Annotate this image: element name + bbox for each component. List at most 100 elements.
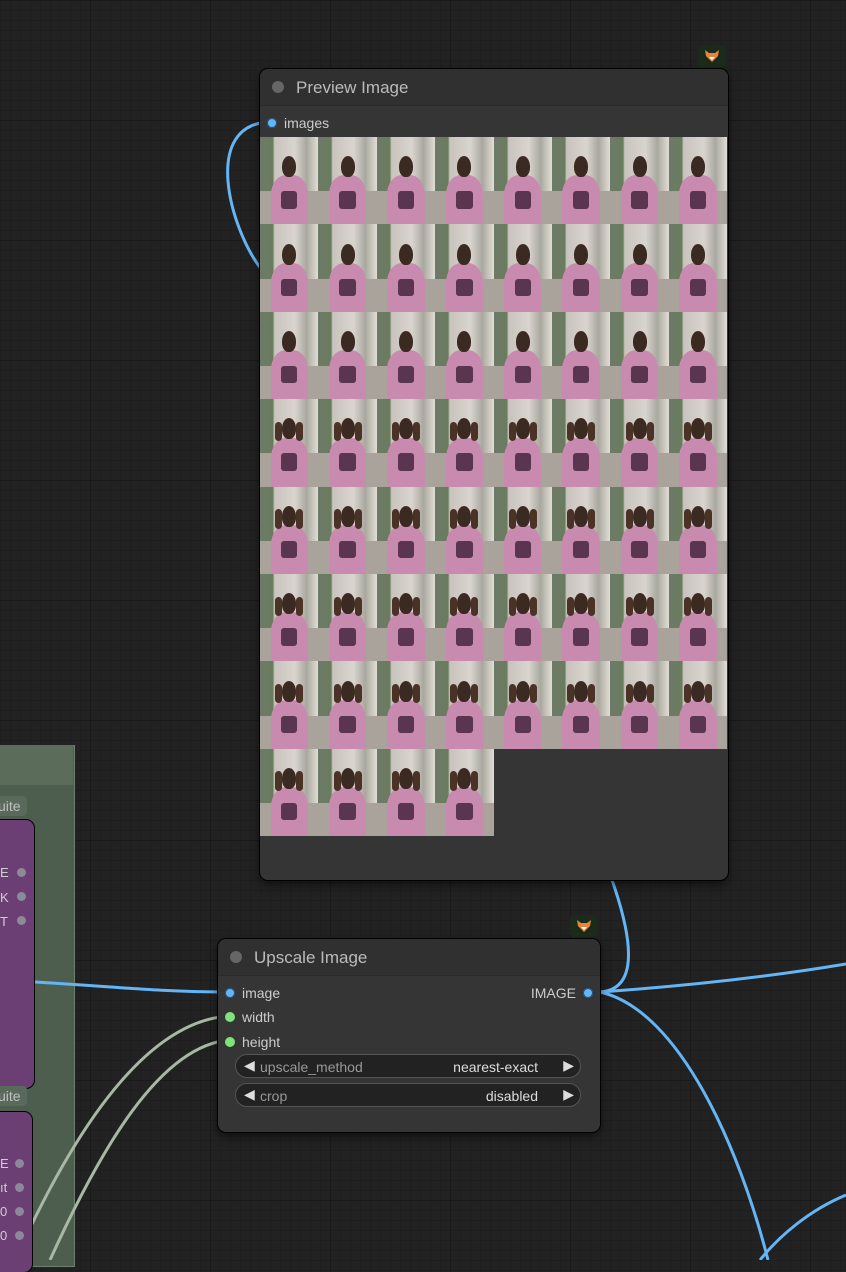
preview-thumbnail[interactable] <box>435 137 494 225</box>
input-pin[interactable] <box>225 1037 235 1047</box>
preview-thumbnail[interactable] <box>435 486 494 574</box>
preview-thumbnail[interactable] <box>435 311 494 400</box>
output-pin[interactable] <box>15 1183 24 1192</box>
input-slot-height[interactable]: height <box>225 1033 280 1051</box>
preview-thumbnail[interactable] <box>493 573 552 662</box>
preview-thumbnail[interactable] <box>610 311 669 400</box>
preview-thumbnail[interactable] <box>551 137 611 225</box>
preview-thumbnail[interactable] <box>668 486 728 574</box>
preview-thumbnail[interactable] <box>260 137 319 225</box>
preview-thumbnail[interactable] <box>318 661 377 749</box>
preview-thumbnail[interactable] <box>551 224 611 312</box>
slot-label: 0 <box>0 1228 8 1243</box>
preview-thumbnail[interactable] <box>318 399 377 487</box>
fox-icon[interactable] <box>570 915 598 937</box>
preview-thumbnail[interactable] <box>493 661 552 749</box>
preview-thumbnail[interactable] <box>318 137 377 225</box>
preview-thumbnail[interactable] <box>376 573 436 662</box>
preview-thumbnail[interactable] <box>610 224 669 312</box>
preview-thumbnail[interactable] <box>435 661 494 749</box>
preview-thumbnail[interactable] <box>610 137 669 225</box>
preview-thumbnail[interactable] <box>260 486 319 574</box>
preview-thumbnail[interactable] <box>376 661 436 749</box>
preview-thumbnail[interactable] <box>376 748 436 837</box>
preview-thumbnail[interactable] <box>376 399 436 487</box>
output-slot-image[interactable]: IMAGE <box>531 984 593 1002</box>
preview-thumbnail[interactable] <box>318 311 377 400</box>
node-title-bar[interactable]: Upscale Image <box>218 939 600 976</box>
input-slot-image[interactable]: image <box>225 984 280 1002</box>
preview-thumbnail[interactable] <box>551 311 611 400</box>
preview-thumbnail[interactable] <box>610 399 669 487</box>
preview-thumbnail[interactable] <box>435 399 494 487</box>
slot-label: 0 <box>0 1204 8 1219</box>
fox-icon[interactable] <box>698 45 726 67</box>
preview-image-node[interactable]: Preview Image images <box>260 69 728 880</box>
preview-thumbnail[interactable] <box>260 748 319 837</box>
preview-thumbnail[interactable] <box>610 573 669 662</box>
preview-thumbnail[interactable] <box>551 486 611 574</box>
input-pin[interactable] <box>267 118 277 128</box>
preview-thumbnail[interactable] <box>551 399 611 487</box>
preview-thumbnail[interactable] <box>610 486 669 574</box>
collapse-dot[interactable] <box>272 81 284 93</box>
collapse-dot[interactable] <box>230 951 242 963</box>
preview-thumbnail[interactable] <box>318 224 377 312</box>
output-pin[interactable] <box>15 1207 24 1216</box>
preview-thumbnail[interactable] <box>435 748 494 837</box>
preview-thumbnail[interactable] <box>551 573 611 662</box>
input-slot-width[interactable]: width <box>225 1008 275 1026</box>
output-pin[interactable] <box>583 988 593 998</box>
input-pin[interactable] <box>225 1012 235 1022</box>
group-header[interactable] <box>0 745 73 785</box>
purple-node-top[interactable] <box>0 820 34 1088</box>
output-pin[interactable] <box>15 1231 24 1240</box>
right-arrow-icon[interactable]: ▶ <box>563 1057 574 1074</box>
preview-thumbnail[interactable] <box>260 399 319 487</box>
preview-thumbnail[interactable] <box>668 137 728 225</box>
preview-thumbnail[interactable] <box>668 661 728 749</box>
right-arrow-icon[interactable]: ▶ <box>563 1086 574 1103</box>
node-title-bar[interactable]: Preview Image <box>260 69 728 106</box>
preview-thumbnail[interactable] <box>668 224 728 312</box>
widget-label: upscale_method <box>260 1059 363 1075</box>
crop-combo[interactable]: ◀ crop disabled ▶ <box>235 1083 581 1107</box>
preview-thumbnail[interactable] <box>610 661 669 749</box>
preview-thumbnail[interactable] <box>260 311 319 400</box>
preview-thumbnail[interactable] <box>435 224 494 312</box>
output-pin[interactable] <box>17 892 26 901</box>
preview-thumbnail[interactable] <box>493 311 552 400</box>
preview-thumbnail[interactable] <box>376 224 436 312</box>
preview-thumbnail[interactable] <box>318 748 377 837</box>
preview-thumbnail[interactable] <box>668 399 728 487</box>
group-tag: uite <box>0 796 27 816</box>
preview-thumbnail[interactable] <box>493 399 552 487</box>
output-pin[interactable] <box>15 1159 24 1168</box>
preview-thumbnail[interactable] <box>376 486 436 574</box>
preview-thumbnail[interactable] <box>493 137 552 225</box>
preview-thumbnail[interactable] <box>260 224 319 312</box>
input-slot-images[interactable]: images <box>267 114 329 132</box>
preview-thumbnail[interactable] <box>376 311 436 400</box>
widget-value: nearest-exact <box>453 1059 538 1075</box>
left-arrow-icon[interactable]: ◀ <box>244 1086 255 1103</box>
preview-thumbnail[interactable] <box>260 661 319 749</box>
preview-thumbnail[interactable] <box>493 224 552 312</box>
input-pin[interactable] <box>225 988 235 998</box>
preview-thumbnail[interactable] <box>551 661 611 749</box>
preview-thumbnail[interactable] <box>260 573 319 662</box>
preview-thumbnail[interactable] <box>668 573 728 662</box>
preview-thumbnail[interactable] <box>376 137 436 225</box>
upscale-method-combo[interactable]: ◀ upscale_method nearest-exact ▶ <box>235 1054 581 1078</box>
output-pin[interactable] <box>17 916 26 925</box>
left-arrow-icon[interactable]: ◀ <box>244 1057 255 1074</box>
output-pin[interactable] <box>17 868 26 877</box>
upscale-image-node[interactable]: Upscale Image image width height IMAGE ◀… <box>218 939 600 1132</box>
preview-thumbnail[interactable] <box>318 573 377 662</box>
preview-thumbnail[interactable] <box>668 311 728 400</box>
preview-thumbnail[interactable] <box>318 486 377 574</box>
slot-label: T <box>0 914 8 929</box>
slot-label: ıt <box>0 1180 8 1195</box>
preview-thumbnail[interactable] <box>435 573 494 662</box>
preview-thumbnail[interactable] <box>493 486 552 574</box>
